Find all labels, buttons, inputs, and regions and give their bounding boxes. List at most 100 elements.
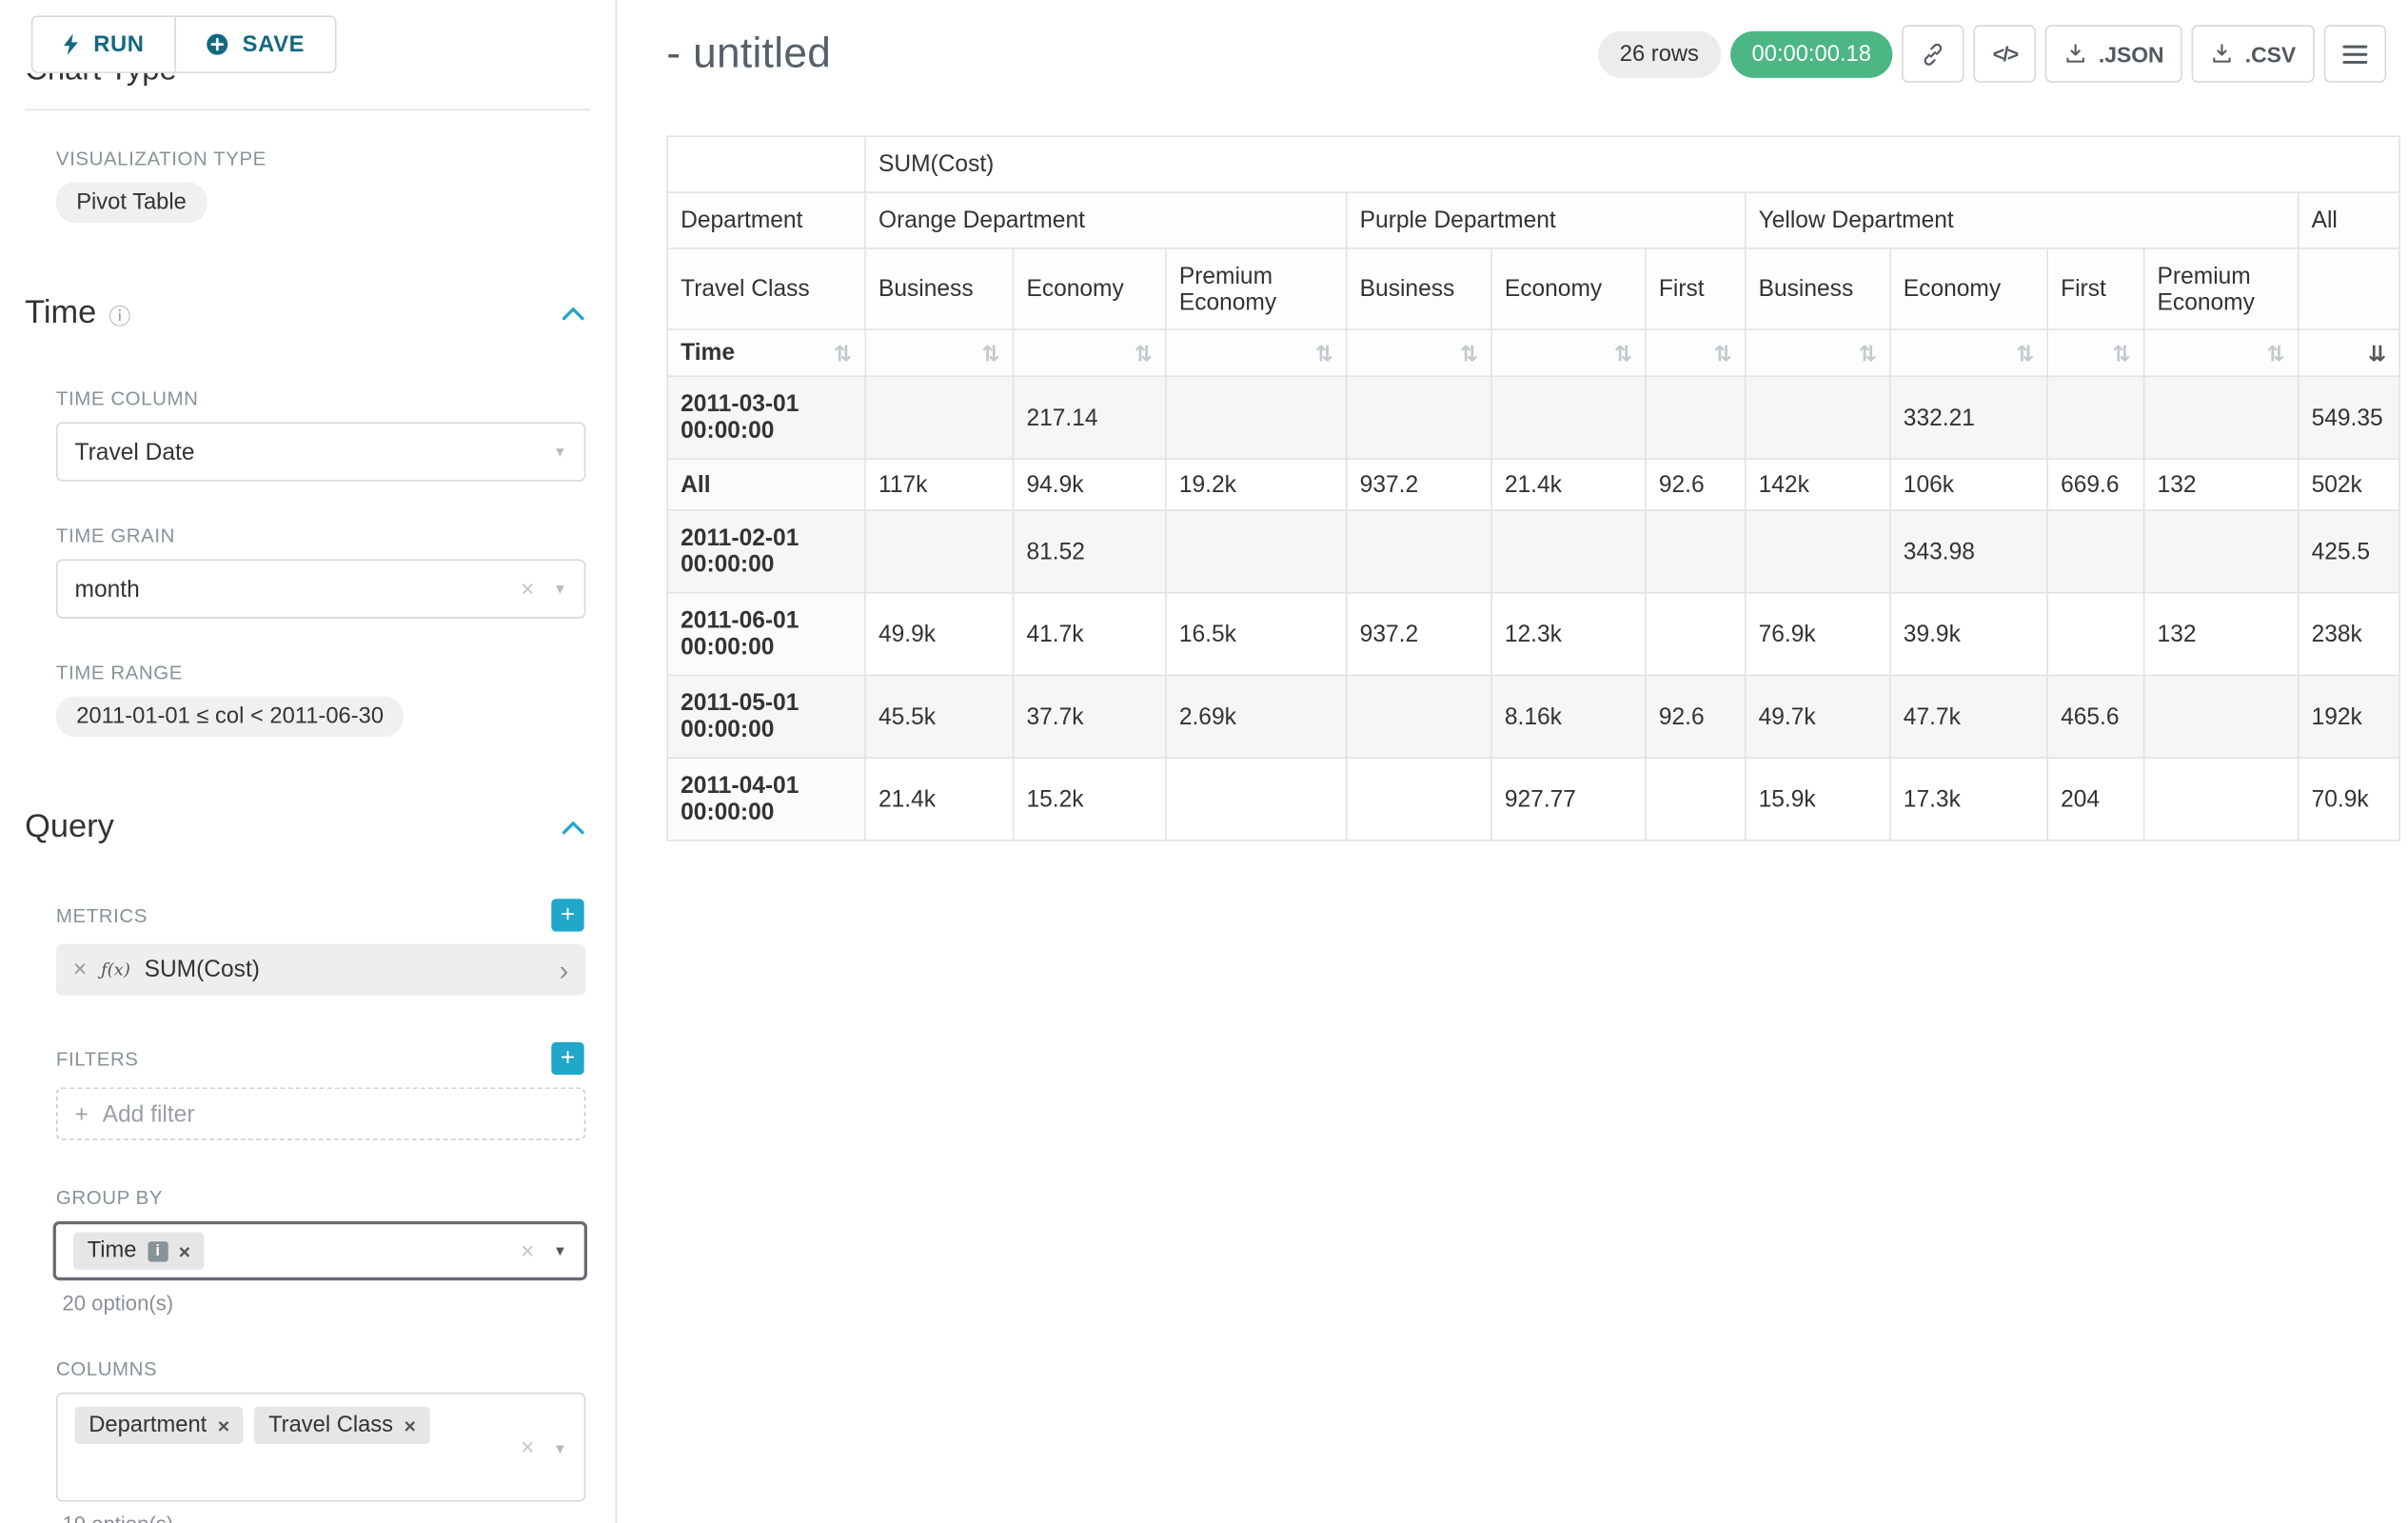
view-query-button[interactable]: </> (1974, 25, 2036, 83)
columns-select[interactable]: Department × Travel Class × × ▼ (56, 1393, 585, 1502)
remove-pill-icon[interactable]: × (405, 1414, 416, 1437)
pivot-cell: 39.9k (1890, 593, 2047, 676)
filters-label-row: FILTERS + (56, 1042, 584, 1075)
group-by-select[interactable]: Time i × × ▼ (53, 1221, 587, 1280)
metric-item[interactable]: × ƒ(x) SUM(Cost) › (56, 944, 585, 996)
pivot-row-label: 2011-02-01 00:00:00 (667, 510, 865, 593)
save-button[interactable]: SAVE (174, 17, 335, 71)
pivot-cell (865, 510, 1013, 593)
add-filter-button[interactable]: + Add filter (56, 1087, 585, 1140)
columns-pill-travel-class[interactable]: Travel Class × (254, 1407, 429, 1444)
chart-header: - untitled 26 rows 00:00:00.18 </> .JSON… (617, 0, 2408, 83)
pivot-cell (2047, 376, 2143, 459)
query-section-title: Query (25, 808, 114, 845)
pivot-cell: 15.2k (1014, 758, 1166, 841)
info-icon: ⓘ (109, 300, 130, 331)
query-section-header: Query (25, 808, 584, 845)
pivot-sort-header[interactable]: ⇅ (1166, 329, 1347, 376)
pivot-sort-header[interactable]: ⇅ (1491, 329, 1646, 376)
pivot-row-label: 2011-03-01 00:00:00 (667, 376, 865, 459)
sort-icon[interactable]: ⇅ (1714, 342, 1732, 364)
pivot-sort-header[interactable]: ⇅ (1746, 329, 1890, 376)
pivot-sort-header[interactable]: ⇅ (1014, 329, 1166, 376)
pivot-time-sort-header[interactable]: Time⇅ (667, 329, 865, 376)
filters-label: FILTERS (56, 1048, 139, 1070)
export-csv-label: .CSV (2245, 41, 2296, 66)
pivot-cell: 204 (2047, 758, 2143, 841)
code-icon: </> (1993, 42, 2018, 66)
time-range-label: TIME RANGE (56, 663, 616, 684)
metric-label: SUM(Cost) (145, 957, 260, 983)
menu-button[interactable] (2324, 25, 2386, 83)
add-metric-icon[interactable]: + (551, 899, 583, 931)
pivot-department-header: All (2299, 192, 2400, 248)
visualization-type-value[interactable]: Pivot Table (56, 182, 207, 223)
run-save-group: RUN SAVE (31, 15, 336, 73)
clear-icon[interactable]: × (521, 1434, 534, 1461)
sort-icon[interactable]: ⇅ (2267, 342, 2285, 364)
pivot-class-header: Economy (1890, 248, 2047, 329)
sort-icon[interactable]: ⇅ (2016, 342, 2034, 364)
clear-icon[interactable]: × (521, 576, 534, 603)
pivot-sort-header[interactable]: ⇊ (2299, 329, 2400, 376)
sort-icon[interactable]: ⇅ (2113, 342, 2131, 364)
time-section-title: Time (25, 294, 96, 331)
sort-icon[interactable]: ⇅ (834, 342, 852, 364)
sort-desc-icon[interactable]: ⇊ (2368, 342, 2386, 364)
add-filter-icon[interactable]: + (551, 1042, 583, 1075)
group-by-pill-time[interactable]: Time i × (73, 1232, 205, 1269)
pivot-cell: 47.7k (1890, 675, 2047, 758)
export-csv-button[interactable]: .CSV (2192, 25, 2315, 83)
chart-type-heading-clipped: Chart Type (25, 73, 615, 100)
pivot-cell (2144, 510, 2299, 593)
pivot-cell (1646, 758, 1746, 841)
results-toolbar: 26 rows 00:00:00.18 </> .JSON .CSV (1598, 25, 2386, 83)
remove-metric-icon[interactable]: × (73, 957, 87, 983)
time-column-select[interactable]: Travel Date ▼ (56, 422, 585, 481)
run-button-label: RUN (93, 32, 144, 57)
save-button-label: SAVE (243, 32, 305, 57)
pivot-cell (865, 376, 1013, 459)
sort-icon[interactable]: ⇅ (981, 342, 999, 364)
run-button[interactable]: RUN (32, 17, 173, 71)
pivot-sort-header[interactable]: ⇅ (865, 329, 1013, 376)
sort-icon[interactable]: ⇅ (1614, 342, 1632, 364)
pill-label: Time (88, 1238, 137, 1263)
pivot-sort-header[interactable]: ⇅ (1347, 329, 1491, 376)
pivot-sort-header[interactable]: ⇅ (2047, 329, 2143, 376)
sort-icon[interactable]: ⇅ (1460, 342, 1478, 364)
pivot-cell: 425.5 (2299, 510, 2400, 593)
pivot-cell: 21.4k (865, 758, 1013, 841)
chevron-right-icon[interactable]: › (560, 956, 569, 983)
pivot-department-dim-label: Department (667, 192, 865, 248)
remove-pill-icon[interactable]: × (218, 1414, 229, 1437)
clear-icon[interactable]: × (521, 1237, 534, 1264)
pivot-row-label: All (667, 459, 865, 510)
collapse-chevron-icon[interactable] (563, 821, 584, 835)
collapse-chevron-icon[interactable] (563, 307, 584, 321)
pivot-cell: 142k (1746, 459, 1890, 510)
sort-icon[interactable]: ⇅ (1315, 342, 1333, 364)
remove-pill-icon[interactable]: × (179, 1239, 190, 1263)
pivot-cell (1166, 510, 1347, 593)
pivot-class-header: Business (1746, 248, 1890, 329)
pivot-sort-header[interactable]: ⇅ (1646, 329, 1746, 376)
sort-icon[interactable]: ⇅ (1859, 342, 1877, 364)
sort-icon[interactable]: ⇅ (1135, 342, 1153, 364)
pivot-row: 2011-04-01 00:00:0021.4k15.2k927.7715.9k… (667, 758, 2399, 841)
time-range-value[interactable]: 2011-01-01 ≤ col < 2011-06-30 (56, 697, 404, 738)
pivot-cell: 927.77 (1491, 758, 1646, 841)
pivot-cell: 238k (2299, 593, 2400, 676)
time-grain-select[interactable]: month × ▼ (56, 560, 585, 619)
pivot-class-header (2299, 248, 2400, 329)
pivot-travel-class-dim-label: Travel Class (667, 248, 865, 329)
metrics-label: METRICS (56, 904, 148, 926)
pivot-row: All117k94.9k19.2k937.221.4k92.6142k106k6… (667, 459, 2399, 510)
pivot-sort-header[interactable]: ⇅ (1890, 329, 2047, 376)
pivot-cell: 41.7k (1014, 593, 1166, 676)
columns-pill-department[interactable]: Department × (75, 1407, 244, 1444)
share-link-button[interactable] (1903, 25, 1964, 83)
export-json-button[interactable]: .JSON (2045, 25, 2182, 83)
pivot-department-header: Yellow Department (1746, 192, 2299, 248)
pivot-sort-header[interactable]: ⇅ (2144, 329, 2299, 376)
